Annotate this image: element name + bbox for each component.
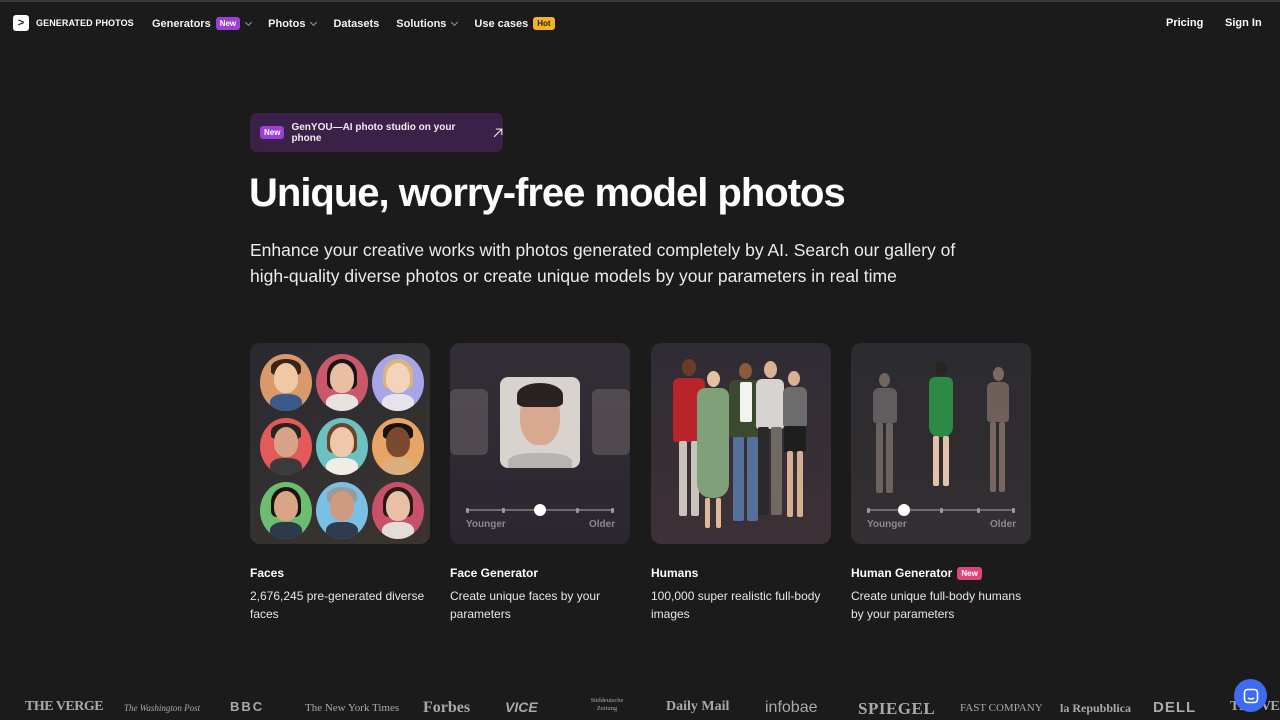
chevron-down-icon bbox=[310, 18, 318, 26]
press-logo: DELL bbox=[1153, 699, 1197, 716]
age-slider[interactable] bbox=[466, 504, 614, 516]
press-logo: SPIEGEL bbox=[858, 699, 936, 718]
brand-logo[interactable]: > GENERATED PHOTOS bbox=[13, 15, 134, 31]
hero-subtitle: Enhance your creative works with photos … bbox=[250, 238, 970, 289]
card-description: Create unique faces by your parameters bbox=[450, 589, 601, 621]
press-logo: BBC bbox=[230, 699, 265, 714]
card-title-human-generator[interactable]: Human Generator New bbox=[851, 566, 982, 580]
card-title-faces[interactable]: Faces bbox=[250, 566, 284, 580]
page-title: Unique, worry-free model photos bbox=[249, 171, 846, 215]
hero-subtitle-line-1: Enhance your creative works with photos … bbox=[250, 240, 956, 260]
nav-item-solutions[interactable]: Solutions bbox=[396, 17, 459, 30]
age-slider[interactable] bbox=[867, 504, 1015, 516]
face-avatar bbox=[372, 418, 424, 475]
chevron-down-icon bbox=[245, 18, 253, 26]
face-avatar bbox=[260, 354, 312, 411]
face-preview-left bbox=[450, 389, 488, 455]
card-title-label: Human Generator bbox=[851, 566, 953, 580]
nav-item-label: Use cases bbox=[474, 17, 529, 30]
face-avatar bbox=[316, 354, 368, 411]
nav-item-photos[interactable]: Photos bbox=[268, 17, 318, 30]
chat-button[interactable] bbox=[1234, 679, 1267, 712]
nav-item-label: Generators bbox=[152, 17, 211, 30]
humans-card-image[interactable] bbox=[651, 343, 831, 544]
announcement-banner[interactable]: New GenYOU—AI photo studio on your phone bbox=[250, 113, 503, 152]
press-logo: la Repubblica bbox=[1060, 701, 1132, 715]
card-description: Create unique full-body humans by your p… bbox=[851, 589, 1022, 621]
nav-menu: Generators New Photos Datasets Solutions… bbox=[152, 17, 572, 30]
brand-name: GENERATED PHOTOS bbox=[36, 18, 134, 28]
slider-label-older: Older bbox=[990, 519, 1017, 530]
chat-icon bbox=[1243, 688, 1258, 703]
slider-label-younger: Younger bbox=[466, 519, 506, 530]
face-avatar bbox=[372, 354, 424, 411]
hero-subtitle-line-2: high-quality diverse photos or create un… bbox=[250, 265, 897, 286]
press-logo: The Washington Post bbox=[124, 703, 201, 713]
face-grid bbox=[260, 354, 424, 539]
card-description: 2,676,245 pre-generated diverse faces bbox=[250, 589, 425, 621]
card-description: 100,000 super realistic full-body images bbox=[651, 589, 821, 621]
generated-face-preview bbox=[500, 377, 580, 468]
press-logo: infobae bbox=[765, 699, 818, 716]
slider-label-younger: Younger bbox=[867, 519, 907, 530]
nav-item-generators[interactable]: Generators New bbox=[152, 17, 253, 30]
face-avatar bbox=[260, 482, 312, 539]
card-title-humans[interactable]: Humans bbox=[651, 566, 698, 580]
press-logo: The New York Times bbox=[305, 702, 400, 714]
face-preview-right bbox=[592, 389, 630, 455]
press-logo: THE VERGE bbox=[25, 699, 104, 714]
press-logo: Süddeutsche Zeitung bbox=[590, 697, 624, 712]
press-logo: Forbes bbox=[423, 699, 471, 716]
hot-badge: Hot bbox=[533, 17, 555, 30]
press-logos-strip: THE VERGE The Washington Post BBC The Ne… bbox=[0, 697, 1280, 720]
faces-card-image[interactable] bbox=[250, 343, 430, 544]
face-avatar bbox=[372, 482, 424, 539]
slider-knob[interactable] bbox=[898, 504, 910, 516]
card-title-face-generator[interactable]: Face Generator bbox=[450, 566, 538, 580]
nav-item-use-cases[interactable]: Use cases Hot bbox=[474, 17, 555, 30]
new-badge: New bbox=[215, 17, 241, 30]
press-logo: Daily Mail bbox=[666, 699, 730, 714]
slider-knob[interactable] bbox=[534, 504, 546, 516]
chevron-down-icon bbox=[451, 18, 459, 26]
new-badge: New bbox=[260, 126, 285, 139]
arrow-up-right-icon bbox=[493, 127, 503, 137]
nav-item-label: Photos bbox=[268, 17, 306, 30]
pricing-link[interactable]: Pricing bbox=[1166, 17, 1203, 29]
announcement-text: GenYOU—AI photo studio on your phone bbox=[291, 121, 456, 144]
face-generator-card-image[interactable]: Younger Older bbox=[450, 343, 630, 544]
sign-in-link[interactable]: Sign In bbox=[1225, 17, 1262, 29]
press-logo: FAST COMPANY bbox=[960, 702, 1043, 714]
nav-item-datasets[interactable]: Datasets bbox=[333, 18, 379, 30]
new-badge: New bbox=[957, 566, 982, 580]
face-avatar bbox=[316, 482, 368, 539]
slider-label-older: Older bbox=[589, 519, 616, 530]
top-navigation: > GENERATED PHOTOS Generators New Photos… bbox=[0, 2, 1280, 46]
human-generator-card-image[interactable]: Younger Older bbox=[851, 343, 1031, 544]
press-logo: VICE bbox=[505, 699, 538, 715]
nav-item-label: Solutions bbox=[396, 17, 447, 30]
face-avatar bbox=[316, 418, 368, 475]
brand-mark-icon: > bbox=[13, 15, 29, 31]
face-avatar bbox=[260, 418, 312, 475]
nav-item-label: Datasets bbox=[333, 17, 380, 30]
